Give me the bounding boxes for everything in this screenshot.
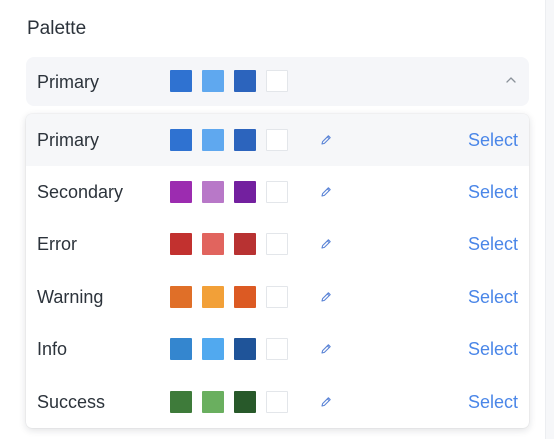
- pencil-icon[interactable]: [319, 290, 333, 304]
- select-button[interactable]: Select: [468, 338, 518, 360]
- color-swatch: [202, 338, 224, 360]
- selected-palette-swatches: [170, 70, 298, 92]
- color-swatch: [266, 181, 288, 203]
- color-swatch: [266, 233, 288, 255]
- color-swatch: [234, 391, 256, 413]
- color-swatch: [234, 286, 256, 308]
- palette-option-swatches: [170, 338, 298, 360]
- color-swatch: [202, 233, 224, 255]
- section-title: Palette: [27, 18, 87, 39]
- palette-select[interactable]: Primary: [26, 57, 529, 106]
- color-swatch: [234, 129, 256, 151]
- color-swatch: [266, 70, 288, 92]
- color-swatch: [170, 391, 192, 413]
- color-swatch: [234, 338, 256, 360]
- palette-option-name: Info: [37, 339, 68, 359]
- palette-dropdown: Primary Select Secondary Select Error Se…: [26, 114, 529, 428]
- pencil-icon[interactable]: [319, 237, 333, 251]
- palette-option-name: Warning: [37, 287, 104, 307]
- palette-option-success[interactable]: Success Select: [26, 376, 529, 428]
- palette-option-primary[interactable]: Primary Select: [26, 114, 529, 166]
- color-swatch: [170, 286, 192, 308]
- color-swatch: [234, 233, 256, 255]
- palette-option-swatches: [170, 129, 298, 151]
- palette-option-name: Success: [37, 392, 106, 412]
- color-swatch: [234, 181, 256, 203]
- color-swatch: [234, 70, 256, 92]
- select-button[interactable]: Select: [468, 286, 518, 308]
- select-button[interactable]: Select: [468, 391, 518, 413]
- palette-option-info[interactable]: Info Select: [26, 323, 529, 375]
- palette-panel: Palette Primary Primary Select Secondary…: [0, 0, 554, 439]
- color-swatch: [202, 70, 224, 92]
- color-swatch: [170, 70, 192, 92]
- palette-option-swatches: [170, 233, 298, 255]
- palette-option-name: Primary: [37, 130, 99, 150]
- color-swatch: [202, 181, 224, 203]
- color-swatch: [170, 233, 192, 255]
- color-swatch: [266, 286, 288, 308]
- select-button[interactable]: Select: [468, 181, 518, 203]
- color-swatch: [202, 286, 224, 308]
- color-swatch: [170, 181, 192, 203]
- palette-option-error[interactable]: Error Select: [26, 218, 529, 270]
- pencil-icon[interactable]: [319, 133, 333, 147]
- color-swatch: [202, 391, 224, 413]
- palette-option-swatches: [170, 181, 298, 203]
- selected-palette-label: Primary: [37, 72, 99, 92]
- select-button[interactable]: Select: [468, 129, 518, 151]
- pencil-icon[interactable]: [319, 185, 333, 199]
- palette-option-secondary[interactable]: Secondary Select: [26, 166, 529, 218]
- palette-option-warning[interactable]: Warning Select: [26, 271, 529, 323]
- color-swatch: [266, 391, 288, 413]
- pencil-icon[interactable]: [319, 342, 333, 356]
- palette-option-swatches: [170, 286, 298, 308]
- select-button[interactable]: Select: [468, 233, 518, 255]
- palette-option-swatches: [170, 391, 298, 413]
- palette-option-name: Secondary: [37, 182, 124, 202]
- color-swatch: [170, 338, 192, 360]
- color-swatch: [266, 129, 288, 151]
- pencil-icon[interactable]: [319, 395, 333, 409]
- color-swatch: [266, 338, 288, 360]
- color-swatch: [202, 129, 224, 151]
- palette-option-name: Error: [37, 234, 77, 254]
- scrollbar-track[interactable]: [545, 0, 554, 439]
- color-swatch: [170, 129, 192, 151]
- chevron-up-icon[interactable]: [504, 75, 518, 85]
